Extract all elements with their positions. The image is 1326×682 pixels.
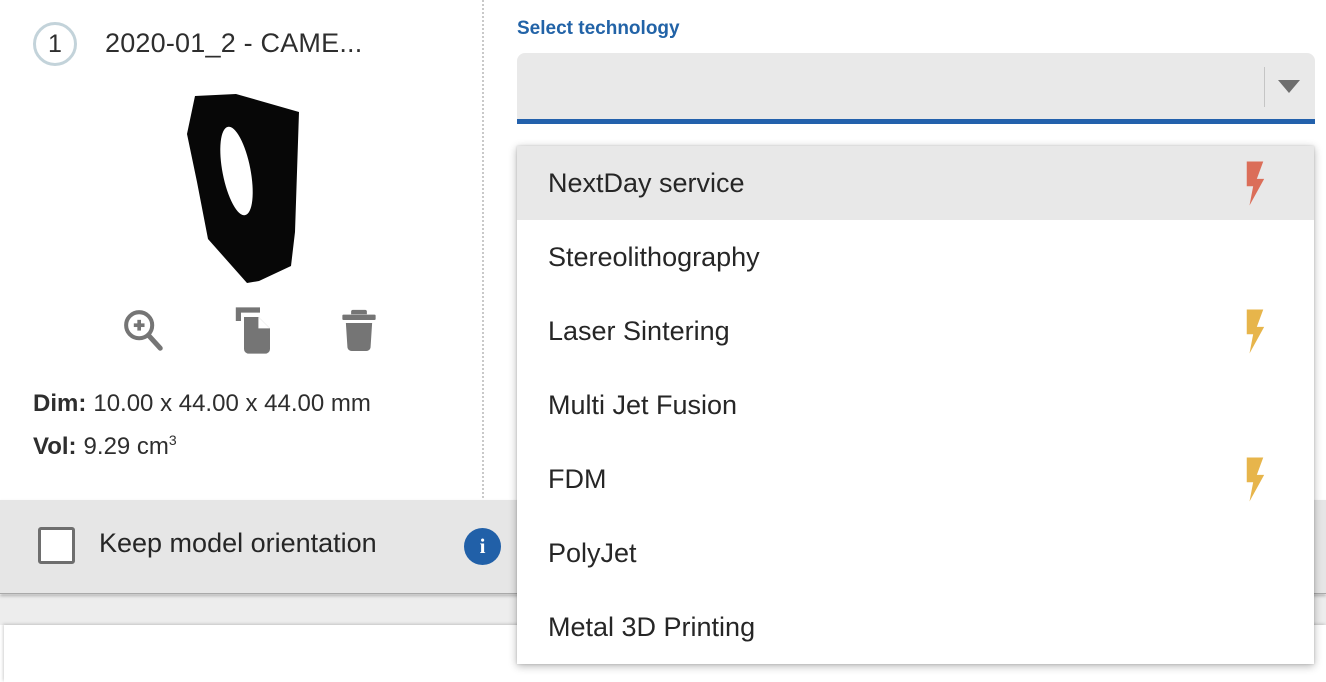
duplicate-icon [228, 306, 276, 356]
model-index-badge: 1 [33, 22, 77, 66]
zoom-in-button[interactable] [120, 306, 166, 357]
keep-orientation-checkbox[interactable] [38, 527, 75, 564]
vol-value: 9.29 cm [84, 433, 169, 460]
technology-select[interactable] [517, 53, 1315, 124]
model-measurements: Dim: 10.00 x 44.00 x 44.00 mm Vol: 9.29 cm… [33, 385, 371, 465]
vol-label: Vol: [33, 433, 77, 460]
delete-button[interactable] [338, 306, 380, 357]
model-dimensions: Dim: 10.00 x 44.00 x 44.00 mm [33, 385, 371, 422]
model-title: 2020-01_2 - CAME... [105, 28, 362, 59]
info-icon-glyph: i [480, 534, 486, 559]
technology-option[interactable]: FDM [517, 442, 1314, 516]
keep-orientation-label: Keep model orientation [99, 528, 377, 559]
lightning-bolt-icon [1244, 457, 1266, 502]
delete-icon [338, 306, 380, 354]
technology-option[interactable]: PolyJet [517, 516, 1314, 590]
model-toolbar [120, 306, 380, 359]
technology-option-label: Multi Jet Fusion [548, 390, 737, 421]
chevron-down-icon[interactable] [1278, 80, 1300, 93]
technology-option-label: Stereolithography [548, 242, 760, 273]
model-index: 1 [48, 30, 62, 59]
model-volume: Vol: 9.29 cm3 [33, 422, 371, 465]
vol-exponent: 3 [169, 432, 177, 448]
technology-option[interactable]: NextDay service [517, 146, 1314, 220]
model-silhouette-icon [185, 92, 305, 288]
technology-option[interactable]: Laser Sintering [517, 294, 1314, 368]
technology-option-label: Metal 3D Printing [548, 612, 755, 643]
model-thumbnail[interactable] [185, 92, 305, 293]
technology-option-label: Laser Sintering [548, 316, 730, 347]
vertical-dotted-divider [482, 0, 484, 502]
technology-option-label: FDM [548, 464, 606, 495]
select-divider [1264, 67, 1265, 107]
technology-option[interactable]: Stereolithography [517, 220, 1314, 294]
dim-label: Dim: [33, 390, 86, 417]
technology-option[interactable]: Metal 3D Printing [517, 590, 1314, 664]
technology-option-label: PolyJet [548, 538, 637, 569]
info-icon[interactable]: i [464, 528, 501, 565]
technology-option-label: NextDay service [548, 168, 745, 199]
technology-option[interactable]: Multi Jet Fusion [517, 368, 1314, 442]
dim-value: 10.00 x 44.00 x 44.00 mm [93, 390, 371, 417]
duplicate-button[interactable] [228, 306, 276, 359]
select-technology-label[interactable]: Select technology [517, 18, 680, 40]
lightning-bolt-icon [1244, 309, 1266, 354]
technology-dropdown: NextDay service Stereolithography Laser … [517, 146, 1314, 664]
zoom-in-icon [120, 306, 166, 354]
lightning-bolt-icon [1244, 161, 1266, 206]
print-configuration-page: 1 2020-01_2 - CAME... [0, 0, 1326, 682]
